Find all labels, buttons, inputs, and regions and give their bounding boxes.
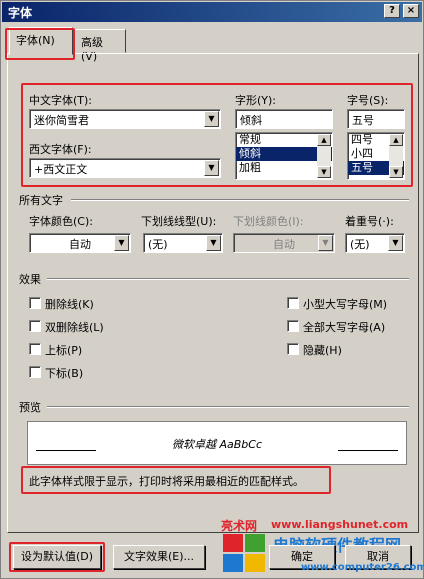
emphasis-label: 着重号(·):	[345, 215, 394, 228]
all-text-heading: 所有文字	[19, 194, 63, 207]
font-style-value: 倾斜	[240, 114, 262, 127]
chinese-font-combo[interactable]: 迷你简雪君 ▼	[29, 109, 221, 129]
chinese-font-value: 迷你简雪君	[34, 114, 89, 127]
font-size-value: 五号	[352, 114, 374, 127]
underline-color-combo: 自动 ▼	[233, 233, 335, 253]
emphasis-value: (无)	[350, 238, 370, 251]
western-font-value: +西文正文	[34, 163, 88, 176]
all-caps-checkbox[interactable]	[287, 320, 299, 332]
chevron-down-icon[interactable]: ▼	[204, 160, 219, 176]
chevron-down-icon[interactable]: ▼	[206, 235, 221, 251]
text-effects-button[interactable]: 文字效果(E)...	[113, 545, 205, 569]
superscript-label[interactable]: 上标(P)	[45, 342, 82, 358]
scrollbar[interactable]: ▲ ▼	[317, 134, 331, 178]
double-strikethrough-checkbox[interactable]	[29, 320, 41, 332]
chevron-down-icon[interactable]: ▼	[388, 235, 403, 251]
hidden-checkbox[interactable]	[287, 343, 299, 355]
font-size-list[interactable]: 四号 小四 五号 ▲ ▼	[347, 132, 405, 180]
superscript-checkbox[interactable]	[29, 343, 41, 355]
font-style-list[interactable]: 常规 倾斜 加粗 ▲ ▼	[235, 132, 333, 180]
chevron-down-icon[interactable]: ▼	[204, 111, 219, 127]
font-color-value: 自动	[69, 238, 91, 251]
divider	[47, 278, 409, 280]
font-dialog: 字体 ? × 字体(N) 高级(V) 中文字体(T): 迷你简雪君 ▼ 西文字体…	[0, 0, 424, 579]
western-font-label: 西文字体(F):	[29, 143, 92, 156]
chinese-font-label: 中文字体(T):	[29, 94, 93, 107]
scrollbar[interactable]: ▲ ▼	[389, 134, 403, 178]
font-style-label: 字形(Y):	[235, 94, 277, 107]
strikethrough-checkbox[interactable]	[29, 297, 41, 309]
title-bar: 字体 ? ×	[2, 2, 422, 22]
preview-sample: 微软卓越 AaBbCc	[171, 438, 263, 451]
set-default-label: 设为默认值(D)	[20, 550, 94, 563]
font-size-input[interactable]: 五号	[347, 109, 405, 129]
window-title: 字体	[8, 6, 33, 20]
underline-color-value: 自动	[273, 238, 295, 251]
divider	[71, 199, 409, 201]
help-button[interactable]: ?	[384, 4, 400, 18]
double-strikethrough-label[interactable]: 双删除线(L)	[45, 319, 104, 335]
scroll-down-icon[interactable]: ▼	[317, 166, 331, 178]
underline-style-combo[interactable]: (无) ▼	[143, 233, 223, 253]
text-effects-label: 文字效果(E)...	[123, 550, 195, 563]
preview-box: 微软卓越 AaBbCc	[27, 421, 407, 465]
divider	[47, 406, 409, 408]
strikethrough-label[interactable]: 删除线(K)	[45, 296, 94, 312]
western-font-combo[interactable]: +西文正文 ▼	[29, 158, 221, 178]
font-style-input[interactable]: 倾斜	[235, 109, 333, 129]
font-color-label: 字体颜色(C):	[29, 215, 93, 228]
watermark-site-cn: 亮术网	[221, 519, 258, 533]
scroll-down-icon[interactable]: ▼	[389, 166, 403, 178]
all-caps-label[interactable]: 全部大写字母(A)	[303, 319, 385, 335]
preview-heading: 预览	[19, 401, 41, 414]
chevron-down-icon: ▼	[318, 235, 333, 251]
underline-style-value: (无)	[148, 238, 168, 251]
underline-color-label: 下划线颜色(I):	[233, 215, 304, 228]
close-button[interactable]: ×	[403, 4, 419, 18]
scroll-up-icon[interactable]: ▲	[389, 134, 403, 146]
watermark-brand-url: www.computer26.com	[301, 562, 424, 573]
set-default-button[interactable]: 设为默认值(D)	[13, 545, 101, 569]
hidden-label[interactable]: 隐藏(H)	[303, 342, 342, 358]
tab-advanced[interactable]: 高级(V)	[74, 29, 126, 63]
small-caps-checkbox[interactable]	[287, 297, 299, 309]
watermark-site-url: www.liangshunet.com	[271, 518, 409, 531]
emphasis-combo[interactable]: (无) ▼	[345, 233, 405, 253]
scroll-up-icon[interactable]: ▲	[317, 134, 331, 146]
effects-heading: 效果	[19, 273, 41, 286]
chevron-down-icon[interactable]: ▼	[114, 235, 129, 251]
underline-style-label: 下划线线型(U):	[141, 215, 217, 228]
windows-logo-icon	[223, 534, 267, 574]
subscript-checkbox[interactable]	[29, 366, 41, 378]
tab-highlight	[5, 28, 75, 60]
font-size-label: 字号(S):	[347, 94, 389, 107]
subscript-label[interactable]: 下标(B)	[45, 365, 83, 381]
preview-note: 此字体样式限于显示，打印时将采用最相近的匹配样式。	[29, 475, 304, 488]
font-color-combo[interactable]: 自动 ▼	[29, 233, 131, 253]
small-caps-label[interactable]: 小型大写字母(M)	[303, 296, 387, 312]
